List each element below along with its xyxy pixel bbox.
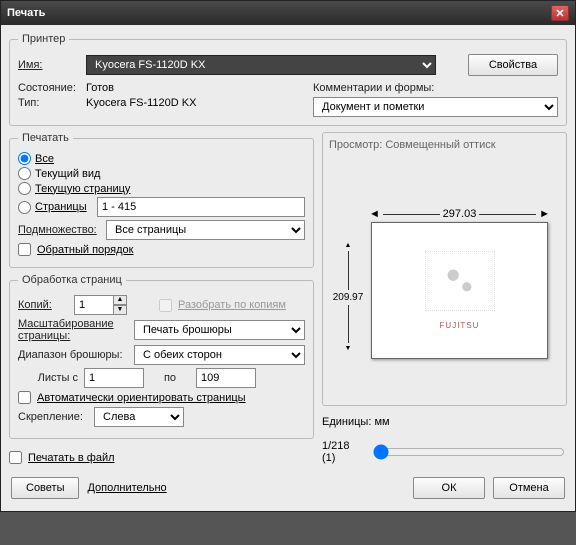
radio-current-view-label: Текущий вид [35, 168, 100, 180]
pages-input[interactable] [97, 197, 305, 217]
radio-current-page[interactable] [18, 182, 31, 195]
page-indicator: 1/218 (1) [322, 440, 365, 464]
collate-checkbox [159, 299, 172, 312]
sheets-from-label: Листы с [18, 372, 78, 384]
preview-slider[interactable] [373, 444, 565, 460]
units-label: Единицы: мм [322, 416, 390, 428]
preview-area: ◄297.03► ▲209.97▼ FUJITSU [329, 157, 560, 387]
reverse-label: Обратный порядок [37, 244, 133, 256]
radio-current-view[interactable] [18, 167, 31, 180]
titlebar: Печать ✕ [1, 1, 575, 25]
copies-label: Копий: [18, 299, 68, 311]
booklet-label: Диапазон брошюры: [18, 349, 128, 361]
comments-label: Комментарии и формы: [313, 82, 434, 94]
subset-select[interactable]: Все страницы [106, 220, 305, 240]
advanced-link[interactable]: Дополнительно [87, 482, 166, 494]
radio-current-page-label: Текущую страницу [35, 183, 130, 195]
booklet-select[interactable]: С обеих сторон [134, 345, 305, 365]
status-value: Готов [86, 82, 114, 94]
comments-select[interactable]: Документ и пометки [313, 97, 558, 117]
copies-spinner[interactable]: ▲ ▼ [74, 295, 127, 315]
preview-content-icon [425, 251, 495, 311]
ok-button[interactable]: ОК [413, 477, 485, 499]
preview-title: Просмотр: Совмещенный оттиск [329, 139, 560, 151]
copies-input[interactable] [74, 295, 114, 315]
printer-legend: Принтер [18, 33, 69, 45]
autorotate-label: Автоматически ориентировать страницы [37, 392, 246, 404]
binding-label: Скрепление: [18, 411, 88, 423]
handling-legend: Обработка страниц [18, 274, 126, 286]
handling-group: Обработка страниц Копий: ▲ ▼ Разобра [9, 274, 314, 439]
footer: Советы Дополнительно ОК Отмена [9, 473, 567, 503]
reverse-checkbox[interactable] [18, 243, 31, 256]
radio-all[interactable] [18, 152, 31, 165]
radio-pages-label: Страницы [35, 201, 93, 213]
tips-button[interactable]: Советы [11, 477, 79, 499]
scaling-select[interactable]: Печать брошюры [134, 320, 305, 340]
radio-all-label: Все [35, 153, 54, 165]
cancel-button[interactable]: Отмена [493, 477, 565, 499]
sheets-to-label: по [150, 372, 190, 384]
printer-name-label: Имя: [18, 59, 80, 71]
radio-pages[interactable] [18, 201, 31, 214]
printer-name-select[interactable]: Kyocera FS-1120D KX [86, 55, 436, 75]
preview-page: FUJITSU [371, 222, 548, 359]
close-icon: ✕ [555, 7, 564, 20]
type-label: Тип: [18, 97, 80, 109]
subset-label: Подмножество: [18, 224, 100, 236]
print-to-file-checkbox[interactable] [9, 451, 22, 464]
preview-panel: Просмотр: Совмещенный оттиск ◄297.03► ▲2… [322, 132, 567, 406]
type-value: Kyocera FS-1120D KX [86, 97, 196, 109]
collate-label: Разобрать по копиям [178, 299, 286, 311]
sheets-to-input[interactable] [196, 368, 256, 388]
binding-select[interactable]: Слева [94, 407, 184, 427]
autorotate-checkbox[interactable] [18, 391, 31, 404]
printer-group: Принтер Имя: Kyocera FS-1120D KX Свойств… [9, 33, 567, 126]
sheets-from-input[interactable] [84, 368, 144, 388]
properties-button[interactable]: Свойства [468, 54, 558, 76]
range-legend: Печатать [18, 132, 73, 144]
scaling-label: Масштабирование страницы: [18, 318, 128, 342]
window-title: Печать [7, 7, 45, 19]
spin-up-icon[interactable]: ▲ [113, 295, 127, 305]
status-label: Состояние: [18, 82, 80, 94]
dimension-height: ▲209.97▼ [331, 242, 365, 352]
spin-down-icon[interactable]: ▼ [113, 305, 127, 315]
print-to-file-label: Печатать в файл [28, 452, 115, 464]
close-button[interactable]: ✕ [551, 5, 569, 21]
preview-logo: FUJITSU [440, 321, 480, 330]
range-group: Печатать Все Текущий вид Текущую страниц… [9, 132, 314, 268]
